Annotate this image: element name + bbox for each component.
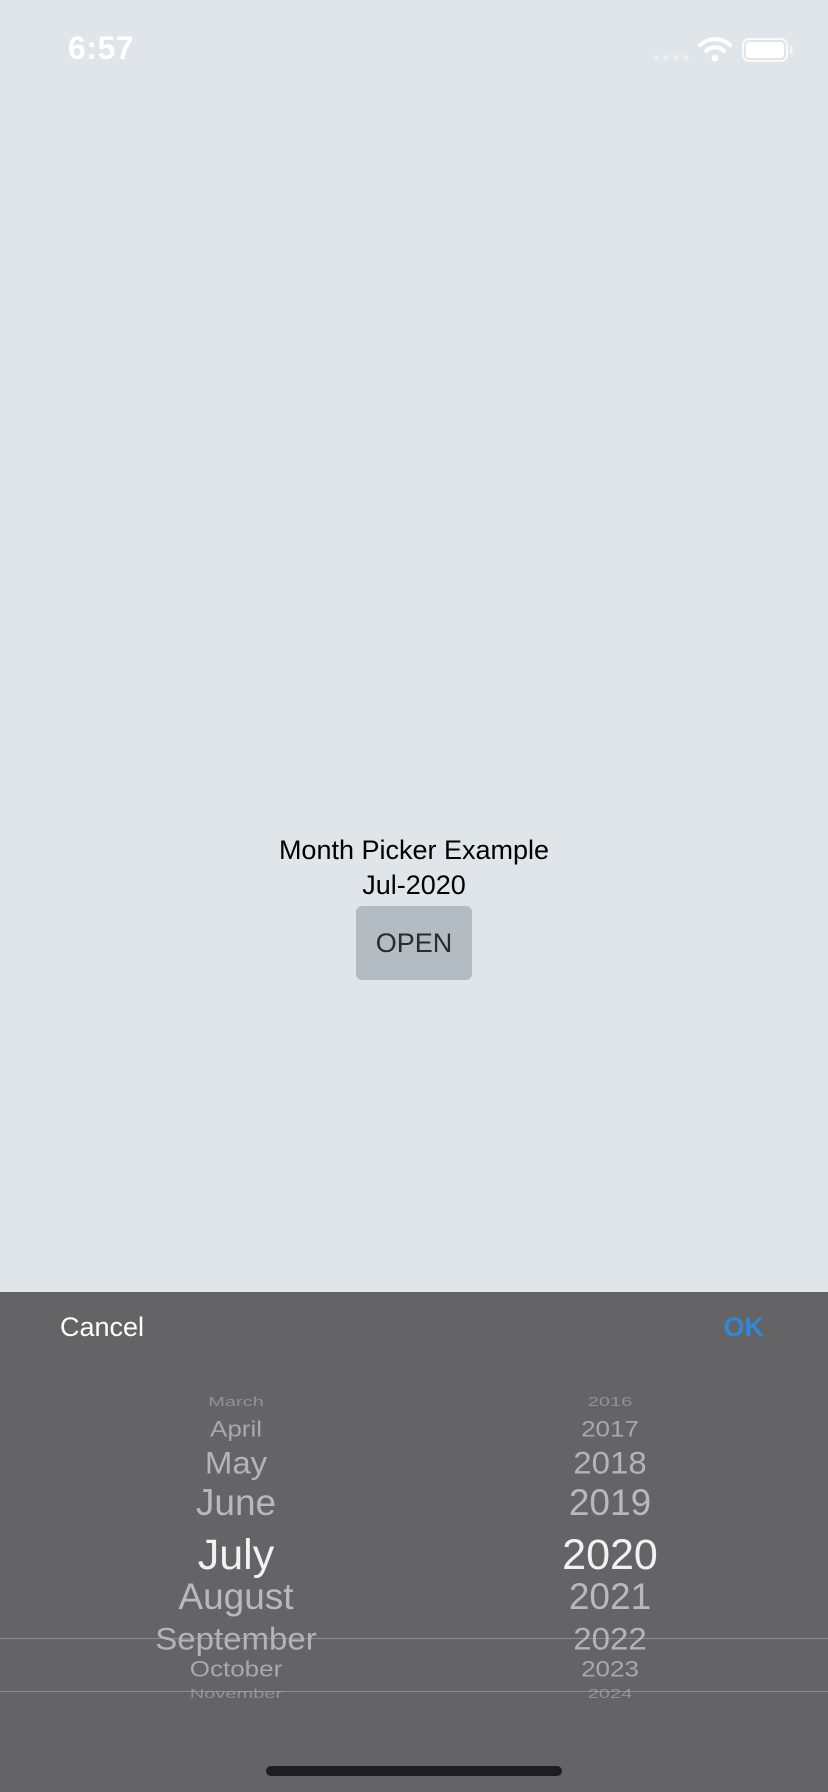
month-option[interactable]: August <box>100 1578 372 1615</box>
picker-wheels: March April May June July August September Octo… <box>0 1392 828 1722</box>
wifi-icon <box>698 37 732 62</box>
month-option[interactable]: May <box>100 1447 372 1478</box>
month-option[interactable]: March <box>100 1396 372 1409</box>
year-option[interactable]: 2017 <box>500 1418 720 1440</box>
month-option[interactable]: April <box>100 1418 372 1440</box>
page-title: Month Picker Example <box>278 835 550 865</box>
year-option[interactable]: 2018 <box>500 1447 720 1478</box>
year-wheel[interactable]: 2016 2017 2018 2019 2020 2021 2022 2023 2024 <box>500 1392 720 1722</box>
month-option[interactable]: June <box>100 1484 372 1521</box>
battery-icon <box>742 38 793 62</box>
year-option[interactable]: 2021 <box>500 1578 720 1615</box>
status-time: 6:57 <box>68 30 135 66</box>
open-button[interactable]: OPEN <box>356 906 472 980</box>
cancel-button[interactable]: Cancel <box>60 1312 144 1343</box>
month-option[interactable]: November <box>100 1688 372 1701</box>
status-bar: 6:57 <box>0 0 828 100</box>
year-option-selected[interactable]: 2020 <box>500 1534 720 1577</box>
year-option[interactable]: 2019 <box>500 1484 720 1521</box>
signal-icon <box>652 54 690 62</box>
selected-date-label: Jul-2020 <box>362 870 466 900</box>
year-option[interactable]: 2016 <box>500 1396 720 1409</box>
ok-button[interactable]: OK <box>724 1312 765 1343</box>
home-indicator <box>266 1766 562 1776</box>
month-picker-sheet: Cancel OK March April May June July August Sep… <box>0 1292 828 1792</box>
year-option[interactable]: 2022 <box>500 1623 720 1654</box>
month-option[interactable]: September <box>100 1623 372 1654</box>
month-option-selected[interactable]: July <box>100 1534 372 1577</box>
year-option[interactable]: 2023 <box>500 1658 720 1680</box>
main-content: Month Picker Example Jul-2020 OPEN <box>0 832 828 980</box>
month-option[interactable]: October <box>100 1658 372 1680</box>
month-wheel[interactable]: March April May June July August September Octo… <box>100 1392 372 1722</box>
year-option[interactable]: 2024 <box>500 1688 720 1701</box>
